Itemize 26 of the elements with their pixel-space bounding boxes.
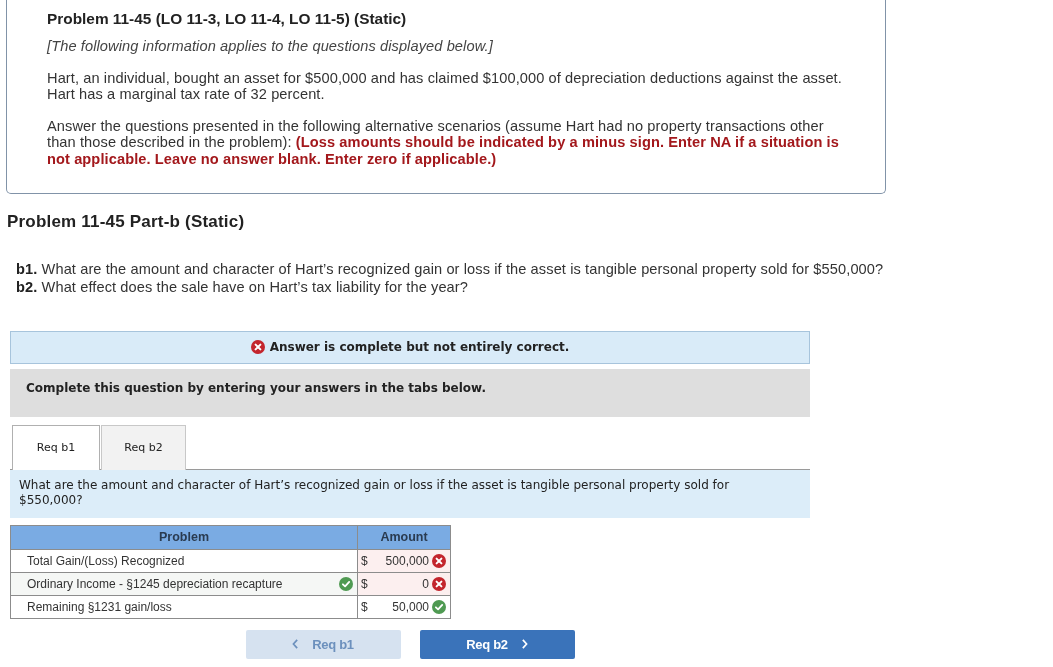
info-note: [The following information applies to the questions displayed below.] [47, 37, 494, 55]
currency-sign: $ [361, 577, 368, 591]
problem-text: Answer the questions presented in the following alternative scenarios (assume Hart had no property transactions other than those described in the problem): (Loss amounts should be indicated by a minus sign. Enter NA if a situation is not applicable. Leave no answer blank. Enter zero if applicable.) [47, 117, 840, 168]
question-text: b2. What effect does the sale have on Hart’s tax liability for the year? [16, 278, 468, 296]
row-label: Total Gain/(Loss) Recognized [27, 554, 185, 568]
problem-title: Problem 11-45 (LO 11-3, LO 11-4, LO 11-5) (Static) [47, 10, 408, 28]
chevron-left-icon [292, 639, 300, 650]
amount-value: 50,000 [391, 599, 429, 616]
result-message: Answer is complete but not entirely correct. [269, 340, 570, 355]
column-header: Amount [357, 525, 451, 550]
tab[interactable]: Req b1 [12, 425, 100, 470]
currency-sign: $ [361, 600, 368, 614]
instruction-text: Complete this question by entering your answers in the tabs below. [26, 380, 486, 396]
row-label: Ordinary Income - §1245 depreciation recapture [27, 577, 283, 591]
currency-sign: $ [361, 554, 368, 568]
chevron-right-icon [520, 639, 528, 650]
amount-value: 500,000 [384, 553, 429, 570]
part-title: Problem 11-45 Part-b (Static) [7, 212, 245, 232]
tab[interactable]: Req b2 [101, 425, 186, 470]
amount-value: 0 [421, 576, 429, 593]
problem-text: Hart, an individual, bought an asset for $500,000 and has claimed $100,000 of depreciation deductions against the asset. Hart has a marginal tax rate of 32 percent. [47, 69, 843, 104]
row-label: Remaining §1231 gain/loss [27, 600, 172, 614]
column-header: Problem [10, 525, 358, 550]
next-button[interactable]: Req b2 [419, 630, 575, 659]
question-text: What are the amount and character of Hart’s recognized gain or loss if the asset is tangible personal property sold for $550,000? [19, 478, 731, 509]
question-text: b1. What are the amount and character of Hart’s recognized gain or loss if the asset is tangible personal property sold for $550,000? [16, 260, 884, 278]
